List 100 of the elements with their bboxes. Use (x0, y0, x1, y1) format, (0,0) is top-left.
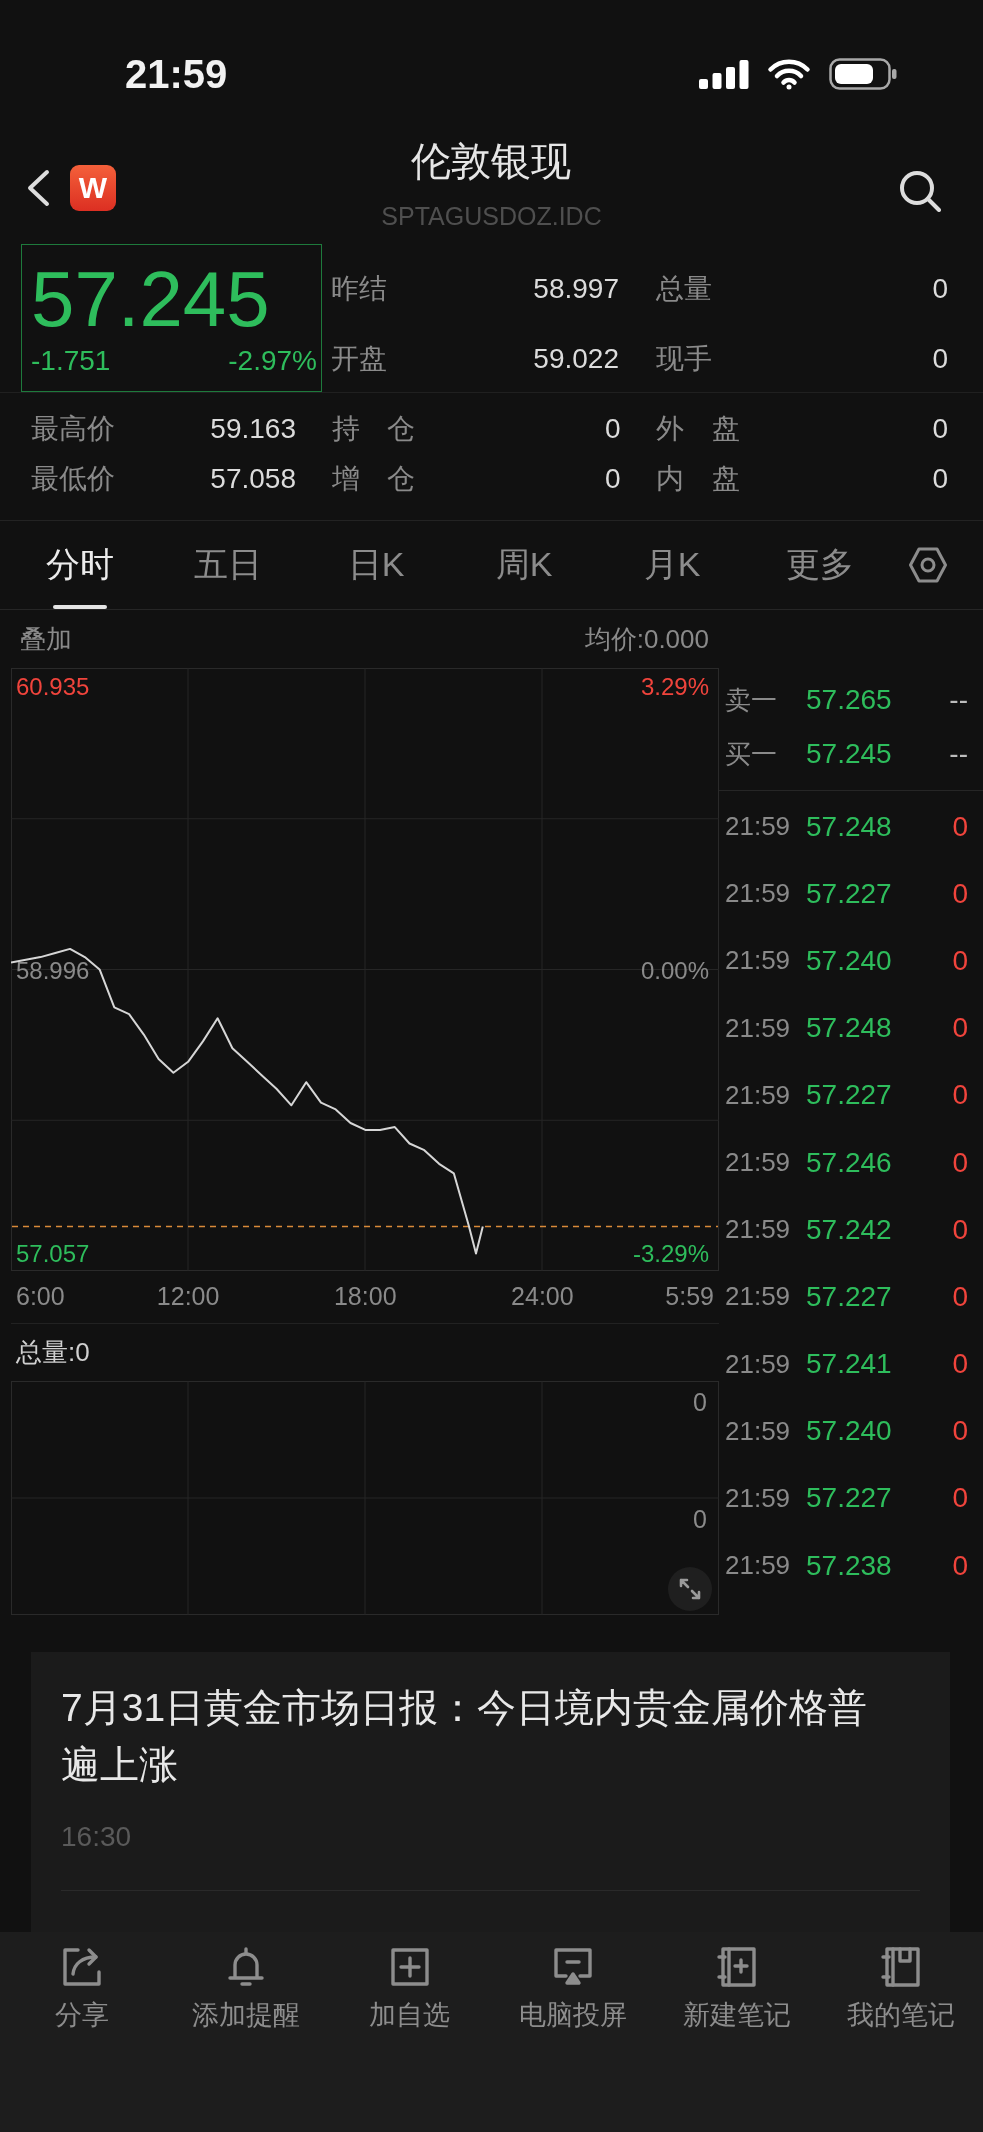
page-title: 伦敦银现 (411, 138, 572, 185)
overlay-button[interactable]: 叠加 (20, 621, 72, 657)
stat-label: 外 盘 (656, 412, 740, 446)
period-tab[interactable]: 五日 (154, 521, 302, 609)
stat-value: 0 (932, 273, 948, 305)
stat-label: 开盘 (331, 342, 387, 376)
period-tab[interactable]: 分时 (6, 521, 154, 609)
trade-price: 57.227 (806, 877, 893, 910)
time-axis-label: 5:59 (665, 1282, 714, 1310)
stat-label: 持 仓 (331, 412, 416, 446)
percent-axis-label: -3.29% (632, 1240, 709, 1268)
trade-time: 21:59 (725, 1214, 792, 1246)
volume-axis-label: 0 (693, 1505, 707, 1533)
toolbar-button[interactable]: 电脑投屏 (519, 1945, 628, 2033)
stat-label: 增 仓 (331, 462, 416, 496)
expand-icon[interactable] (668, 1567, 712, 1611)
stat-value: 0 (932, 343, 948, 375)
toolbar-button[interactable]: 分享 (54, 1945, 109, 2033)
trade-volume: 0 (952, 1348, 968, 1381)
trade-volume: 0 (952, 1146, 968, 1179)
stat-value: 57.058 (210, 463, 296, 495)
toolbar-button[interactable]: 加自选 (369, 1945, 451, 2033)
news-card[interactable]: 7月31日黄金市场日报：今日境内贵金属价格普遍上涨 16:30 (31, 1652, 950, 1932)
trade-time: 21:59 (725, 1079, 792, 1111)
wifi-icon (767, 58, 811, 90)
stat-value: 59.163 (210, 413, 296, 445)
period-tab[interactable]: 周K (450, 521, 598, 609)
trade-price: 57.248 (806, 1012, 893, 1045)
trade-time: 21:59 (725, 1012, 792, 1044)
trade-price: 57.240 (806, 1415, 893, 1448)
trade-time: 21:59 (725, 1147, 792, 1179)
battery-icon (829, 58, 897, 90)
time-axis-label: 6:00 (16, 1282, 65, 1310)
trade-time: 21:59 (725, 1281, 792, 1313)
volume-axis-label: 0 (693, 1388, 707, 1416)
percent-change: -2.97% (228, 344, 317, 378)
stat-label: 最高价 (31, 412, 115, 446)
trade-volume: 0 (952, 944, 968, 977)
toolbar-button[interactable]: 新建笔记 (683, 1945, 792, 2033)
trade-price: 57.227 (806, 1280, 893, 1313)
trade-volume: 0 (952, 1415, 968, 1448)
time-axis-label: 18:00 (333, 1282, 397, 1310)
trade-price: 57.227 (806, 1079, 893, 1112)
order-level-label: 卖一 (725, 683, 778, 717)
trade-volume: 0 (952, 810, 968, 843)
stat-value: 0 (932, 413, 948, 445)
trade-time: 21:59 (725, 811, 792, 843)
trade-volume: 0 (952, 1280, 968, 1313)
trade-volume: 0 (952, 1482, 968, 1515)
period-tab[interactable]: 日K (302, 521, 450, 609)
price-change: -1.751 (31, 344, 111, 378)
trade-volume: 0 (952, 877, 968, 910)
trade-price: 57.246 (806, 1146, 893, 1179)
app-logo: W (70, 165, 116, 211)
signal-icon (699, 59, 749, 89)
trade-volume: 0 (952, 1012, 968, 1045)
status-time: 21:59 (125, 51, 228, 97)
stat-value: 0 (932, 463, 948, 495)
order-level-label: 买一 (725, 737, 778, 771)
trade-price: 57.238 (806, 1549, 893, 1582)
search-icon[interactable] (899, 170, 941, 212)
price-axis-label: 60.935 (16, 673, 90, 700)
price-axis-label: 57.057 (16, 1240, 90, 1268)
period-tab[interactable]: 更多 (746, 521, 894, 609)
volume-total: 总量:0 (16, 1336, 90, 1369)
news-time: 16:30 (61, 1820, 132, 1854)
stat-value: 59.022 (533, 343, 619, 375)
trade-time: 21:59 (725, 1348, 792, 1380)
symbol-code: SPTAGUSDOZ.IDC (381, 201, 602, 231)
stat-label: 昨结 (331, 272, 387, 306)
percent-axis-label: 0.00% (640, 956, 709, 984)
trade-price: 57.227 (806, 1482, 893, 1515)
toolbar-button[interactable]: 添加提醒 (191, 1945, 300, 2033)
news-headline: 7月31日黄金市场日报：今日境内贵金属价格普遍上涨 (61, 1685, 869, 1788)
stat-value: 0 (604, 413, 621, 445)
order-price: 57.265 (806, 684, 893, 716)
stat-label: 总量 (656, 272, 712, 306)
toolbar-button[interactable]: 我的笔记 (847, 1945, 956, 2033)
time-axis-label: 24:00 (511, 1282, 574, 1310)
trade-volume: 0 (952, 1549, 968, 1582)
trade-time: 21:59 (725, 1482, 792, 1514)
order-volume: -- (949, 738, 968, 770)
average-price: 均价:0.000 (584, 622, 709, 656)
order-price: 57.245 (806, 738, 893, 770)
time-axis-label: 12:00 (156, 1282, 220, 1310)
settings-icon[interactable] (909, 547, 947, 583)
trade-time: 21:59 (725, 1415, 792, 1447)
trade-price: 57.242 (806, 1213, 893, 1246)
trade-time: 21:59 (725, 1550, 792, 1582)
trade-time: 21:59 (725, 945, 792, 977)
stat-value: 58.997 (533, 273, 619, 305)
stat-label: 最低价 (31, 462, 115, 496)
period-tab[interactable]: 月K (598, 521, 746, 609)
last-price: 57.245 (31, 255, 270, 343)
trade-price: 57.241 (806, 1348, 893, 1381)
trade-time: 21:59 (725, 878, 792, 910)
price-axis-label: 58.996 (16, 956, 90, 984)
trade-price: 57.248 (806, 810, 893, 843)
trade-volume: 0 (952, 1079, 968, 1112)
back-icon[interactable] (25, 169, 51, 207)
